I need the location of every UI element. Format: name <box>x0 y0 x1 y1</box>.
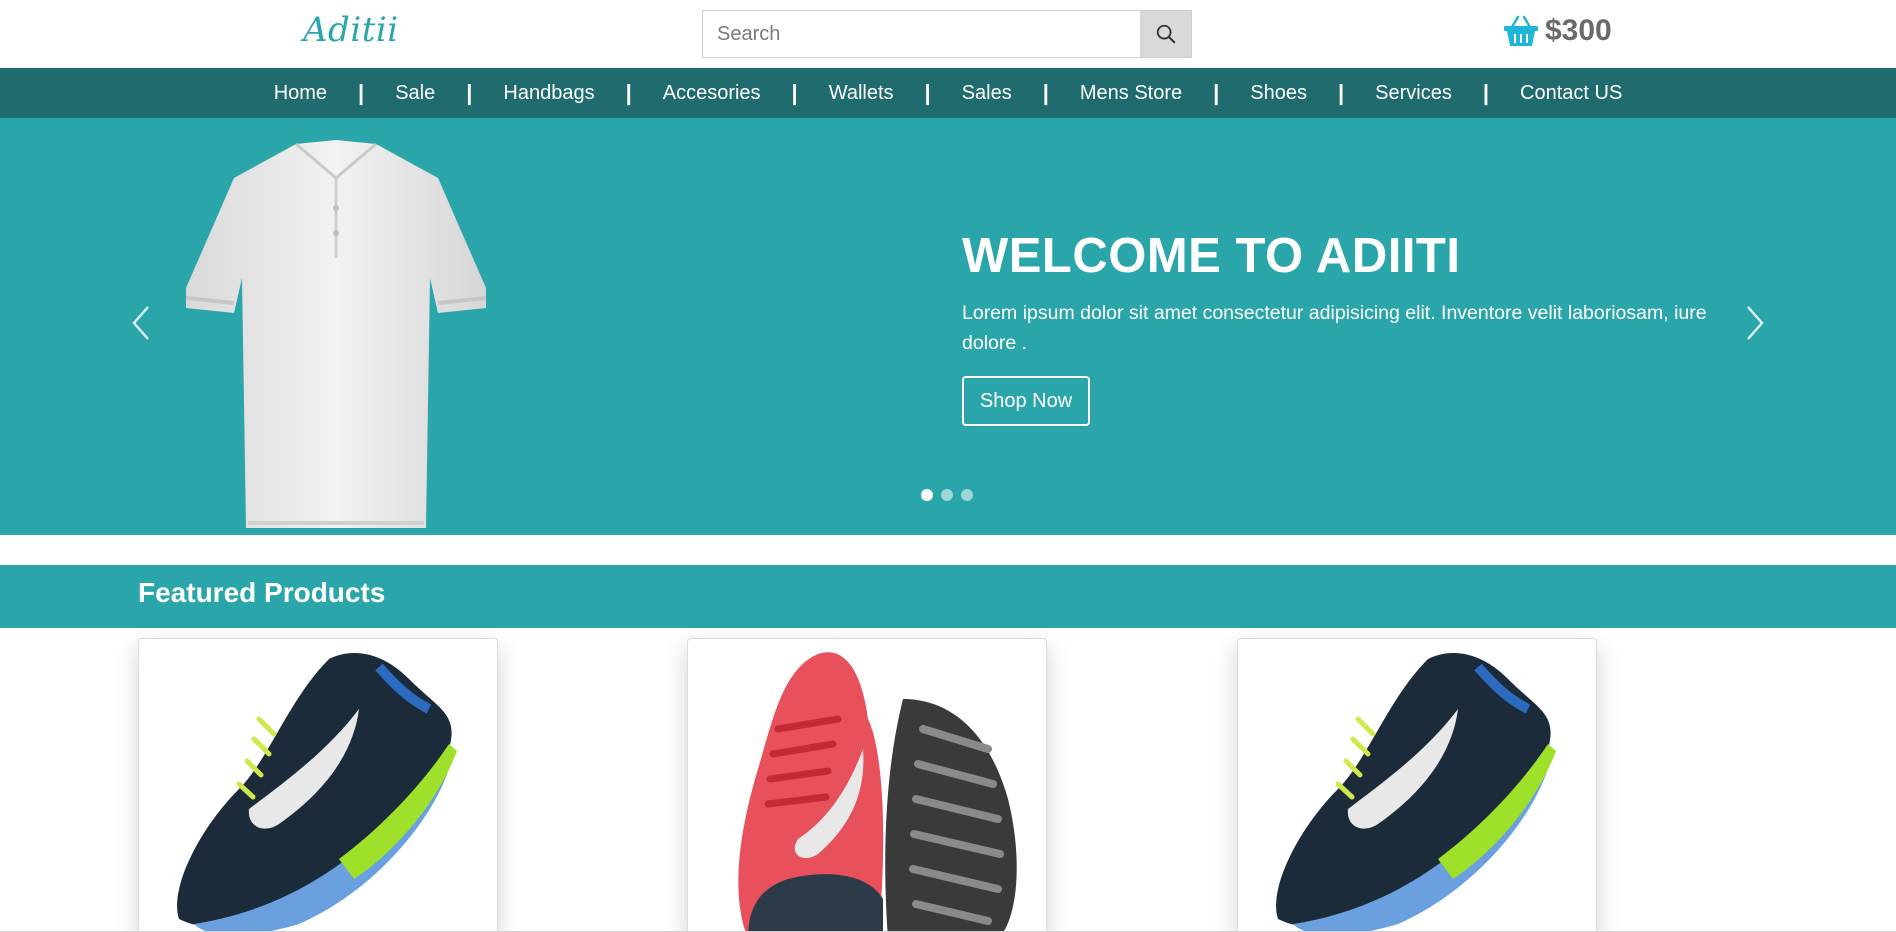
nav-item-shoes[interactable]: Shoes <box>1250 82 1307 105</box>
search-bar <box>702 10 1192 58</box>
product-card[interactable] <box>138 638 498 932</box>
carousel-dot[interactable] <box>941 489 953 501</box>
shop-now-button[interactable]: Shop Now <box>962 376 1090 426</box>
search-input[interactable] <box>703 11 1140 57</box>
search-icon <box>1156 24 1175 44</box>
carousel-next-icon[interactable] <box>1740 303 1770 343</box>
nav-separator: | <box>466 80 473 105</box>
nav-item-services[interactable]: Services <box>1375 82 1452 105</box>
featured-title: Featured Products <box>138 577 386 608</box>
nav-separator: | <box>358 80 365 105</box>
carousel-indicators <box>921 489 973 501</box>
nav-separator: | <box>791 80 798 105</box>
nav-item-sale[interactable]: Sale <box>395 82 435 105</box>
nav-item-wallets[interactable]: Wallets <box>829 82 894 105</box>
nav-separator: | <box>924 80 931 105</box>
product-card[interactable] <box>687 638 1047 932</box>
main-nav: Home | Sale | Handbags | Accesories | Wallets | Sa… <box>0 68 1896 118</box>
blue-running-shoe-image <box>1276 653 1556 932</box>
nav-item-contact-us[interactable]: Contact US <box>1520 82 1622 105</box>
nav-item-home[interactable]: Home <box>274 82 327 105</box>
basket-icon <box>1504 15 1538 46</box>
cart-total: $300 <box>1545 14 1612 47</box>
featured-header: Featured Products <box>0 565 1896 628</box>
hero-carousel: WELCOME TO ADIITI Lorem ipsum dolor sit … <box>0 118 1896 535</box>
nav-separator: | <box>1482 80 1490 105</box>
nav-item-handbags[interactable]: Handbags <box>503 82 594 105</box>
carousel-prev-icon[interactable] <box>126 303 156 343</box>
blue-running-shoe-image <box>177 653 457 932</box>
nav-separator: | <box>625 80 632 105</box>
site-logo[interactable]: Aditii <box>303 10 399 50</box>
nav-item-sales[interactable]: Sales <box>962 82 1012 105</box>
nav-item-mens-store[interactable]: Mens Store <box>1080 82 1182 105</box>
nav-separator: | <box>1042 80 1049 105</box>
search-button[interactable] <box>1140 11 1191 57</box>
nav-separator: | <box>1338 80 1345 105</box>
product-card[interactable] <box>1237 638 1597 932</box>
carousel-dot[interactable] <box>921 489 933 501</box>
cart[interactable]: $300 <box>1503 14 1612 48</box>
top-header: Aditii $300 <box>0 0 1896 68</box>
hero-title: WELCOME TO ADIITI <box>962 229 1461 283</box>
nav-separator: | <box>1213 80 1220 105</box>
hero-description: Lorem ipsum dolor sit amet consectetur a… <box>962 302 1707 354</box>
carousel-dot[interactable] <box>961 489 973 501</box>
nav-item-accesories[interactable]: Accesories <box>663 82 761 105</box>
polo-shirt-image <box>186 140 486 528</box>
red-running-shoe-image <box>738 652 1017 932</box>
